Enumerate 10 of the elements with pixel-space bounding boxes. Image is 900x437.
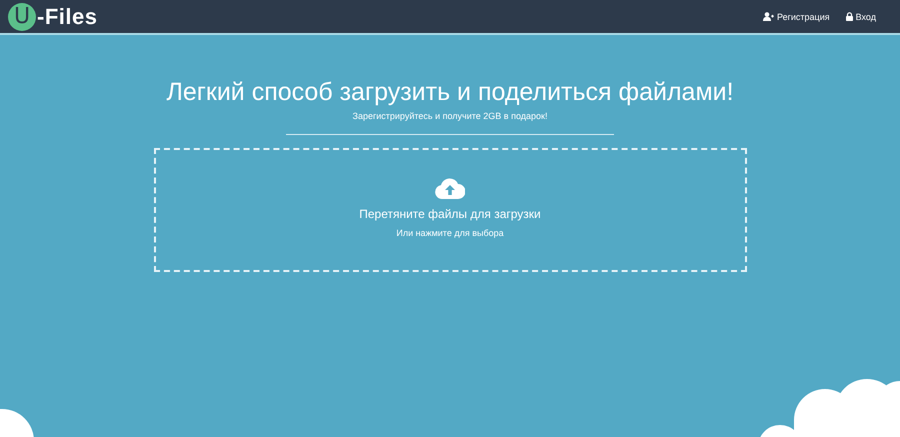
login-link[interactable]: Вход (846, 12, 876, 22)
register-link[interactable]: Регистрация (763, 12, 830, 22)
hero-subtitle: Зарегистрируйтесь и получите 2GB в подарок! (352, 111, 548, 121)
logo-text[interactable]: -Files (37, 4, 98, 30)
logo-badge: U (8, 2, 36, 30)
cloud-drawing (0, 409, 36, 437)
lock-icon (846, 12, 853, 21)
user-add-icon (763, 12, 774, 21)
hero-title: Легкий способ загрузить и поделиться файлами! (166, 77, 734, 107)
cloud-upload-icon (435, 178, 465, 199)
